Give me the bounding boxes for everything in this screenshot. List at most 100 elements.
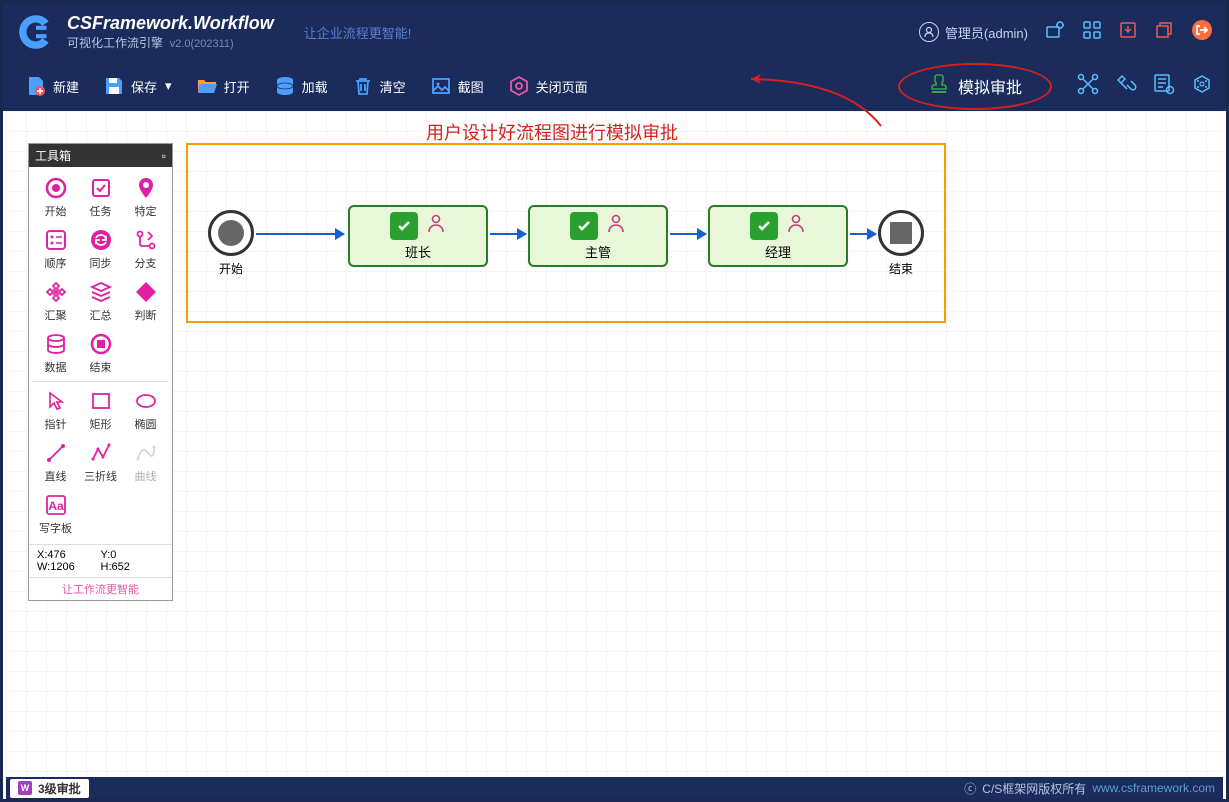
app-logo-icon: [15, 11, 57, 53]
tool-line[interactable]: 直线: [33, 436, 78, 488]
svg-text:Aa: Aa: [48, 499, 64, 513]
import-icon[interactable]: [1118, 20, 1138, 45]
tools-icon[interactable]: [1114, 72, 1138, 101]
sequence-icon: [43, 227, 69, 253]
database-icon: [274, 75, 296, 97]
annotation-text: 用户设计好流程图进行模拟审批: [426, 119, 678, 145]
check-icon: [750, 212, 778, 240]
tool-summary[interactable]: 汇总: [78, 275, 123, 327]
diamond-icon: [133, 279, 159, 305]
flow-task-3[interactable]: 经理: [708, 205, 848, 267]
person-icon: [786, 213, 806, 238]
branch-icon: [133, 227, 159, 253]
clear-button[interactable]: 清空: [342, 69, 416, 103]
sync-icon: [88, 227, 114, 253]
polyline-icon: [88, 440, 114, 466]
user-badge[interactable]: 管理员(admin): [919, 22, 1028, 42]
screenshot-button[interactable]: 截图: [420, 69, 494, 103]
tool-polyline[interactable]: 三折线: [78, 436, 123, 488]
check-icon: [570, 212, 598, 240]
toolbox-header: 工具箱▫: [29, 144, 172, 167]
tool-branch[interactable]: 分支: [123, 223, 168, 275]
chip-icon[interactable]: [1190, 72, 1214, 101]
tool-start[interactable]: 开始: [33, 171, 78, 223]
grid-icon[interactable]: [1082, 20, 1102, 45]
form-settings-icon[interactable]: [1152, 72, 1176, 101]
new-file-icon: [25, 75, 47, 97]
person-icon: [606, 213, 626, 238]
chevron-down-icon: ▾: [165, 78, 172, 94]
converge-icon: [43, 279, 69, 305]
copyright-icon: ⓒ: [964, 780, 976, 797]
exit-icon[interactable]: [1190, 18, 1214, 47]
folder-open-icon: [196, 75, 218, 97]
copyright-text: C/S框架网版权所有: [982, 780, 1086, 797]
close-hex-icon: [508, 75, 530, 97]
text-icon: Aa: [43, 492, 69, 518]
tool-specific[interactable]: 特定: [123, 171, 168, 223]
flow-arrow[interactable]: [256, 233, 344, 235]
open-button[interactable]: 打开: [186, 69, 260, 103]
new-button[interactable]: 新建: [15, 69, 89, 103]
tool-data[interactable]: 数据: [33, 327, 78, 379]
save-button[interactable]: 保存▾: [93, 69, 182, 103]
save-icon: [103, 75, 125, 97]
status-tab[interactable]: W3级审批: [10, 779, 89, 798]
tool-text[interactable]: Aa写字板: [33, 488, 78, 540]
main-toolbar: 新建 保存▾ 打开 加载 清空 截图 关闭页面 模拟审批: [3, 61, 1226, 111]
workflow-badge-icon: W: [18, 781, 32, 795]
data-db-icon: [43, 331, 69, 357]
flow-arrow[interactable]: [670, 233, 706, 235]
layers-icon: [88, 279, 114, 305]
tool-end[interactable]: 结束: [78, 327, 123, 379]
task-check-icon: [88, 175, 114, 201]
tool-sync[interactable]: 同步: [78, 223, 123, 275]
app-subtitle: 可视化工作流引擎: [67, 36, 163, 50]
curve-icon: [133, 440, 159, 466]
tool-curve[interactable]: 曲线: [123, 436, 168, 488]
flow-arrow[interactable]: [850, 233, 876, 235]
stamp-icon: [928, 73, 950, 100]
tool-pointer[interactable]: 指针: [33, 384, 78, 436]
tool-decision[interactable]: 判断: [123, 275, 168, 327]
tool-task[interactable]: 任务: [78, 171, 123, 223]
line-icon: [43, 440, 69, 466]
load-button[interactable]: 加载: [264, 69, 338, 103]
end-icon: [88, 331, 114, 357]
flow-node-end[interactable]: 结束: [878, 210, 924, 277]
simulate-approve-button[interactable]: 模拟审批: [898, 63, 1052, 110]
app-version: v2.0(202311): [170, 38, 234, 50]
flow-arrow[interactable]: [490, 233, 526, 235]
status-bar: W3级审批 ⓒ C/S框架网版权所有 www.csframework.com: [6, 777, 1223, 799]
flow-selection[interactable]: 开始 班长 主管 经理 结束: [186, 143, 946, 323]
user-icon: [919, 22, 939, 42]
flow-node-start[interactable]: 开始: [208, 210, 254, 277]
pin-icon[interactable]: ▫: [162, 149, 166, 163]
annotation-arrow-icon: [736, 71, 886, 141]
tool-ellipse[interactable]: 椭圆: [123, 384, 168, 436]
tool-converge[interactable]: 汇聚: [33, 275, 78, 327]
connector-icon[interactable]: [1076, 72, 1100, 101]
tool-rect[interactable]: 矩形: [78, 384, 123, 436]
rect-icon: [88, 388, 114, 414]
check-icon: [390, 212, 418, 240]
website-link[interactable]: www.csframework.com: [1092, 781, 1215, 795]
start-circle-icon: [43, 175, 69, 201]
flow-task-1[interactable]: 班长: [348, 205, 488, 267]
toolbox-footer: 让工作流更智能: [29, 577, 172, 600]
tool-sequence[interactable]: 顺序: [33, 223, 78, 275]
flow-task-2[interactable]: 主管: [528, 205, 668, 267]
toolbox-coords: X:476Y:0 W:1206H:652: [29, 544, 172, 577]
toolbox-panel: 工具箱▫ 开始 任务 特定 顺序 同步 分支 汇聚 汇总 判断 数据 结束 指针…: [28, 143, 173, 601]
trash-icon: [352, 75, 374, 97]
settings-gear-icon[interactable]: [1044, 19, 1066, 46]
user-name: 管理员(admin): [945, 23, 1028, 42]
close-page-button[interactable]: 关闭页面: [498, 69, 598, 103]
app-title: CSFramework.Workflow: [67, 13, 274, 34]
app-header: CSFramework.Workflow 可视化工作流引擎 v2.0(20231…: [3, 3, 1226, 61]
canvas[interactable]: 用户设计好流程图进行模拟审批 工具箱▫ 开始 任务 特定 顺序 同步 分支 汇聚…: [6, 111, 1223, 775]
windows-icon[interactable]: [1154, 20, 1174, 45]
header-slogan: 让企业流程更智能!: [304, 23, 412, 42]
person-icon: [426, 213, 446, 238]
pin-location-icon: [133, 175, 159, 201]
